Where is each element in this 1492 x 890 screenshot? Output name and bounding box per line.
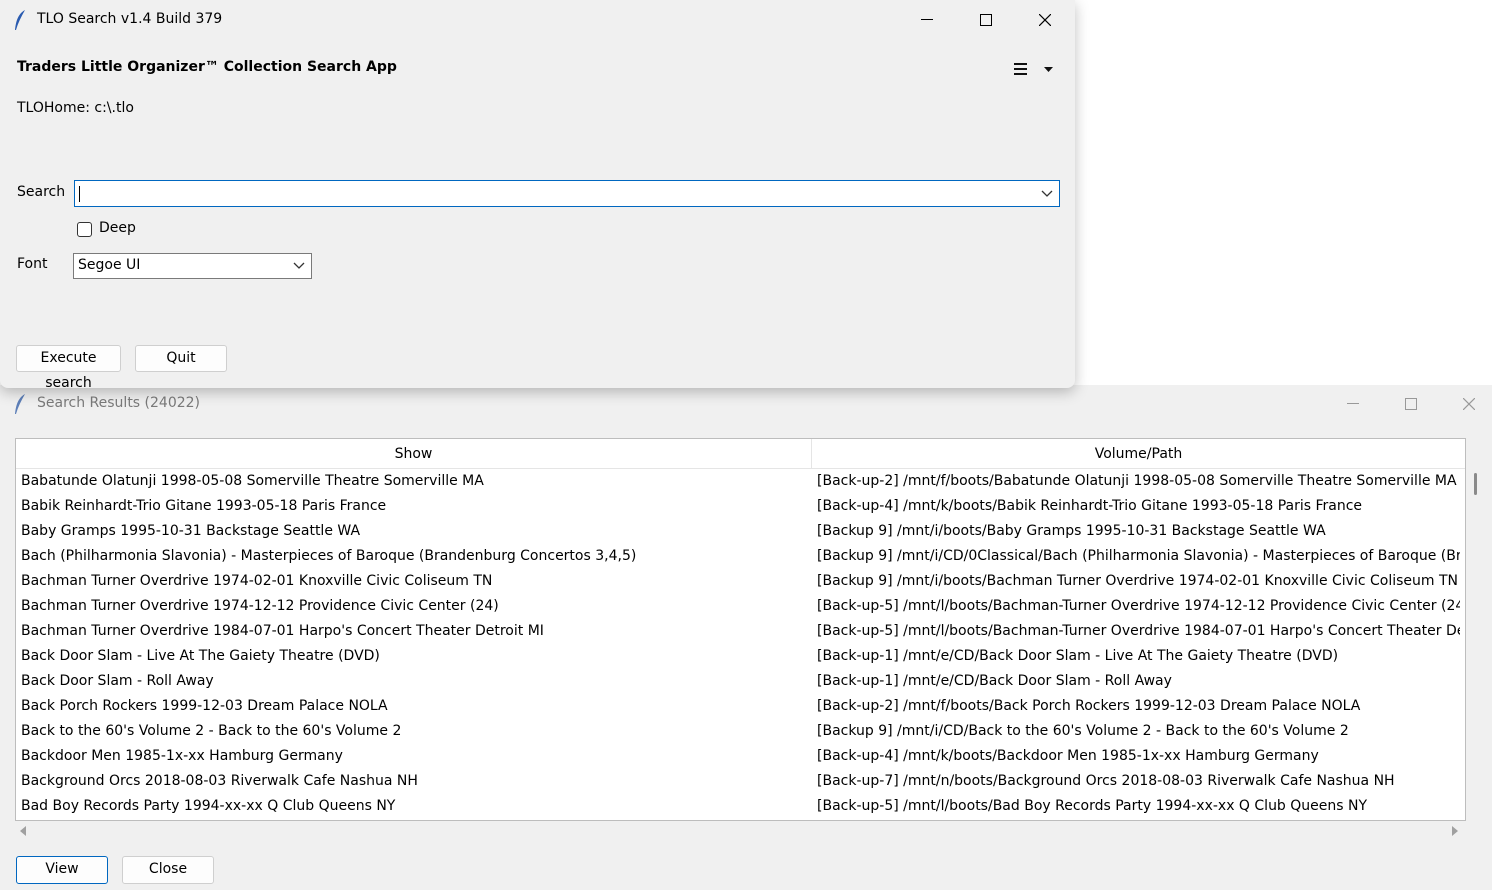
- cell-show: Back Door Slam - Roll Away: [21, 673, 214, 689]
- cell-show: Babik Reinhardt-Trio Gitane 1993-05-18 P…: [21, 498, 387, 514]
- scroll-right-arrow-icon[interactable]: [1451, 826, 1459, 836]
- main-window: TLO Search v1.4 Build 379 Traders Little…: [0, 0, 1075, 388]
- table-row[interactable]: Bad Boy Records Party 1994-xx-xx Q Club …: [16, 794, 1465, 819]
- cell-show: Back Porch Rockers 1999-12-03 Dream Pala…: [21, 698, 388, 714]
- table-row[interactable]: Backdoor Men 1985-1x-xx Hamburg Germany […: [16, 744, 1465, 769]
- minimize-button[interactable]: [1324, 385, 1382, 424]
- minimize-button[interactable]: [898, 0, 956, 40]
- view-button[interactable]: View: [16, 856, 108, 884]
- table-row[interactable]: Bachman Turner Overdrive 1974-02-01 Knox…: [16, 569, 1465, 594]
- cell-volume-path: [Backup 9] /mnt/i/CD/Back to the 60's Vo…: [817, 723, 1349, 739]
- cell-volume-path: [Back-up-5] /mnt/l/boots/Bachman-Turner …: [817, 598, 1460, 614]
- close-window-button[interactable]: [1016, 0, 1074, 40]
- cell-show: Bachman Turner Overdrive 1974-12-12 Prov…: [21, 598, 499, 614]
- tlo-home-label: TLOHome: c:\.tlo: [17, 100, 134, 116]
- column-header-volume-path[interactable]: Volume/Path: [812, 439, 1465, 469]
- cell-volume-path: [Back-up-4] /mnt/k/boots/Backdoor Men 19…: [817, 748, 1319, 764]
- results-rows: Babatunde Olatunji 1998-05-08 Somerville…: [16, 469, 1465, 819]
- cell-show: Baby Gramps 1995-10-31 Backstage Seattle…: [21, 523, 361, 539]
- maximize-button[interactable]: [1382, 385, 1440, 424]
- cell-volume-path: [Backup 9] /mnt/i/boots/Baby Gramps 1995…: [817, 523, 1326, 539]
- font-select[interactable]: Segoe UI: [73, 253, 312, 279]
- deep-checkbox[interactable]: [77, 222, 92, 237]
- column-header-show[interactable]: Show: [16, 439, 812, 469]
- table-row[interactable]: Back to the 60's Volume 2 - Back to the …: [16, 719, 1465, 744]
- table-row[interactable]: Back Door Slam - Roll Away [Back-up-1] /m…: [16, 669, 1465, 694]
- close-button[interactable]: Close: [122, 856, 214, 884]
- search-combobox[interactable]: [74, 180, 1060, 207]
- font-select-value: Segoe UI: [78, 257, 141, 273]
- scroll-left-arrow-icon[interactable]: [19, 826, 27, 836]
- cell-volume-path: [Backup 9] /mnt/i/CD/0Classical/Bach (Ph…: [817, 548, 1460, 564]
- table-row[interactable]: Background Orcs 2018-08-03 Riverwalk Caf…: [16, 769, 1465, 794]
- main-window-title: TLO Search v1.4 Build 379: [37, 11, 223, 27]
- cell-volume-path: [Backup 9] /mnt/i/boots/Bachman Turner O…: [817, 573, 1459, 589]
- quit-button[interactable]: Quit: [135, 345, 227, 372]
- cell-show: Back Door Slam - Live At The Gaiety Thea…: [21, 648, 380, 664]
- text-cursor: [79, 186, 80, 202]
- cell-volume-path: [Back-up-2] /mnt/f/boots/Babatunde Olatu…: [817, 473, 1457, 489]
- results-window: Search Results (24022) Show Volume/Path …: [0, 385, 1492, 890]
- table-row[interactable]: Bach (Philharmonia Slavonia) - Masterpie…: [16, 544, 1465, 569]
- cell-show: Babatunde Olatunji 1998-05-08 Somerville…: [21, 473, 484, 489]
- cell-volume-path: [Back-up-7] /mnt/n/boots/Background Orcs…: [817, 773, 1395, 789]
- app-heading: Traders Little Organizer™ Collection Sea…: [17, 59, 397, 75]
- execute-search-button[interactable]: Execute search: [16, 345, 121, 388]
- table-row[interactable]: Babik Reinhardt-Trio Gitane 1993-05-18 P…: [16, 494, 1465, 519]
- table-row[interactable]: Bachman Turner Overdrive 1974-12-12 Prov…: [16, 594, 1465, 619]
- table-row[interactable]: Back Porch Rockers 1999-12-03 Dream Pala…: [16, 694, 1465, 719]
- cell-show: Back to the 60's Volume 2 - Back to the …: [21, 723, 402, 739]
- table-row[interactable]: Back Door Slam - Live At The Gaiety Thea…: [16, 644, 1465, 669]
- menu-button[interactable]: [1010, 60, 1060, 78]
- chevron-down-icon[interactable]: [293, 260, 305, 272]
- cell-show: Bad Boy Records Party 1994-xx-xx Q Club …: [21, 798, 396, 814]
- table-row[interactable]: Baby Gramps 1995-10-31 Backstage Seattle…: [16, 519, 1465, 544]
- vertical-scrollbar-thumb[interactable]: [1474, 473, 1477, 495]
- cell-show: Bachman Turner Overdrive 1984-07-01 Harp…: [21, 623, 544, 639]
- feather-icon: [15, 10, 25, 30]
- table-row[interactable]: Babatunde Olatunji 1998-05-08 Somerville…: [16, 469, 1465, 494]
- table-row[interactable]: Bachman Turner Overdrive 1984-07-01 Harp…: [16, 619, 1465, 644]
- cell-volume-path: [Back-up-4] /mnt/k/boots/Babik Reinhardt…: [817, 498, 1363, 514]
- deep-label: Deep: [99, 220, 136, 236]
- maximize-button[interactable]: [957, 0, 1015, 40]
- cell-volume-path: [Back-up-5] /mnt/l/boots/Bachman-Turner …: [817, 623, 1460, 639]
- hamburger-menu-icon: [1014, 63, 1053, 75]
- font-label: Font: [17, 256, 48, 272]
- cell-volume-path: [Back-up-5] /mnt/l/boots/Bad Boy Records…: [817, 798, 1368, 814]
- cell-show: Background Orcs 2018-08-03 Riverwalk Caf…: [21, 773, 418, 789]
- close-window-button[interactable]: [1440, 385, 1492, 424]
- cell-volume-path: [Back-up-1] /mnt/e/CD/Back Door Slam - L…: [817, 648, 1339, 664]
- main-titlebar: TLO Search v1.4 Build 379: [0, 0, 1075, 40]
- feather-icon: [15, 394, 25, 414]
- search-label: Search: [17, 184, 66, 200]
- cell-volume-path: [Back-up-1] /mnt/e/CD/Back Door Slam - R…: [817, 673, 1172, 689]
- results-table[interactable]: Show Volume/Path Babatunde Olatunji 1998…: [15, 438, 1466, 821]
- results-titlebar: Search Results (24022): [0, 385, 1492, 425]
- chevron-down-icon[interactable]: [1041, 188, 1053, 200]
- cell-show: Bachman Turner Overdrive 1974-02-01 Knox…: [21, 573, 493, 589]
- cell-show: Backdoor Men 1985-1x-xx Hamburg Germany: [21, 748, 343, 764]
- cell-volume-path: [Back-up-2] /mnt/f/boots/Back Porch Rock…: [817, 698, 1361, 714]
- results-window-title: Search Results (24022): [37, 395, 201, 411]
- cell-show: Bach (Philharmonia Slavonia) - Masterpie…: [21, 548, 637, 564]
